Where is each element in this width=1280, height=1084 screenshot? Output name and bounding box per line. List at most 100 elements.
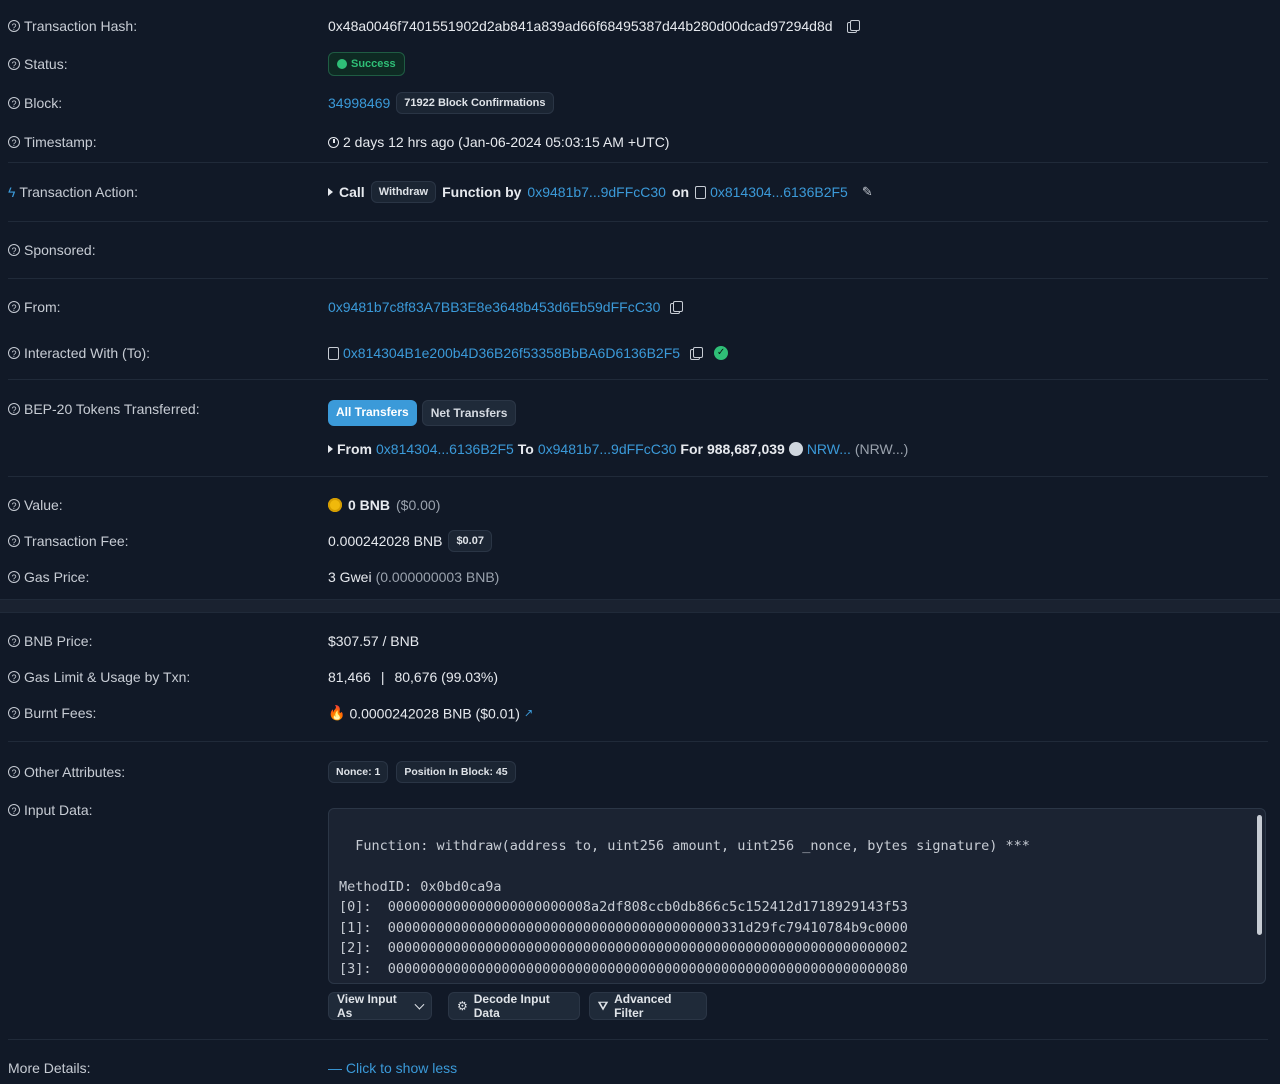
question-circle-icon[interactable]: ? xyxy=(8,766,20,778)
question-circle-icon[interactable]: ? xyxy=(8,804,20,816)
transfer-from-link[interactable]: 0x814304...6136B2F5 xyxy=(376,441,514,457)
action-to-link[interactable]: 0x814304...6136B2F5 xyxy=(710,184,848,200)
row-bnb-price: ? BNB Price: $307.57 / BNB xyxy=(0,623,1280,659)
pencil-icon[interactable]: ✎ xyxy=(862,184,873,200)
row-tx-fee: ? Transaction Fee: 0.000242028 BNB $0.07 xyxy=(0,523,1280,559)
label-status: Status: xyxy=(24,56,68,72)
block-link[interactable]: 34998469 xyxy=(328,95,390,111)
action-on: on xyxy=(671,184,690,200)
transfer-for-word: For xyxy=(680,441,703,457)
label-tx-action: Transaction Action: xyxy=(19,184,138,200)
method-badge: Withdraw xyxy=(370,181,437,203)
gas-usage-value: 80,676 (99.03%) xyxy=(394,669,498,685)
contract-file-icon xyxy=(328,346,339,360)
row-block: ? Block: 34998469 71922 Block Confirmatio… xyxy=(0,84,1280,122)
transaction-details: ? Transaction Hash: 0x48a0046f7401551902d… xyxy=(0,0,1280,830)
question-circle-icon[interactable]: ? xyxy=(8,535,20,547)
action-from-link[interactable]: 0x9481b7...9dFFcC30 xyxy=(527,184,666,200)
tab-net-transfers[interactable]: Net Transfers xyxy=(421,400,517,426)
interacted-address-link[interactable]: 0x814304B1e200b4D36B26f53358BbBA6D6136B2… xyxy=(343,345,680,361)
burnt-fees-value: 0.0000242028 BNB ($0.01) xyxy=(349,705,520,721)
section-separator xyxy=(0,599,1280,613)
value-amount: 0 BNB xyxy=(348,497,391,513)
input-data-text: Function: withdraw(address to, uint256 a… xyxy=(339,837,1030,984)
question-circle-icon[interactable]: ? xyxy=(8,244,20,256)
row-gas-limit: ? Gas Limit & Usage by Txn: 81,466 | 80,6… xyxy=(0,659,1280,695)
label-timestamp: Timestamp: xyxy=(24,134,97,150)
show-less-link[interactable]: — Click to show less xyxy=(328,1060,457,1076)
gas-price-value: 3 Gwei xyxy=(328,569,372,585)
label-other-attributes: Other Attributes: xyxy=(24,764,126,780)
label-gas-limit: Gas Limit & Usage by Txn: xyxy=(24,669,191,685)
gas-separator: | xyxy=(380,669,385,685)
label-value: Value: xyxy=(24,497,63,513)
question-circle-icon[interactable]: ? xyxy=(8,707,20,719)
advanced-filter-button[interactable]: ⛛ Advanced Filter xyxy=(589,992,707,1020)
tab-all-transfers[interactable]: All Transfers xyxy=(328,400,417,426)
view-input-as-button[interactable]: View Input As xyxy=(328,992,432,1020)
action-function-by: Function by xyxy=(442,184,522,200)
label-bep20: BEP-20 Tokens Transferred: xyxy=(24,401,200,417)
input-data-textarea[interactable]: Function: withdraw(address to, uint256 a… xyxy=(328,808,1266,984)
label-from: From: xyxy=(24,299,61,315)
external-link-icon[interactable]: ↗ xyxy=(524,707,533,720)
fee-usd-badge: $0.07 xyxy=(448,530,492,552)
from-address-link[interactable]: 0x9481b7c8f83A7BB3E8e3648b453d6Eb59dFFcC… xyxy=(328,299,660,315)
row-sponsored: ? Sponsored: xyxy=(0,222,1280,278)
row-status: ? Status: Success xyxy=(0,44,1280,84)
label-interacted: Interacted With (To): xyxy=(24,345,151,361)
question-circle-icon[interactable]: ? xyxy=(8,347,20,359)
copy-icon[interactable] xyxy=(846,20,860,33)
gas-price-detail: (0.000000003 BNB) xyxy=(375,569,500,585)
question-circle-icon[interactable]: ? xyxy=(8,635,20,647)
transfer-to-link[interactable]: 0x9481b7...9dFFcC30 xyxy=(538,441,677,457)
check-circle-icon xyxy=(337,59,347,69)
question-circle-icon[interactable]: ? xyxy=(8,403,20,415)
filter-icon: ⛛ xyxy=(598,998,609,1013)
token-symbol: (NRW...) xyxy=(854,441,909,457)
question-circle-icon[interactable]: ? xyxy=(8,20,20,32)
fire-icon: 🔥 xyxy=(328,704,346,721)
question-circle-icon[interactable]: ? xyxy=(8,671,20,683)
label-sponsored: Sponsored: xyxy=(24,242,96,258)
divider xyxy=(8,1039,1268,1040)
value-usd: ($0.00) xyxy=(396,497,441,513)
decode-icon: ⚙ xyxy=(457,999,468,1013)
verified-check-icon: ✓ xyxy=(714,346,729,360)
row-interacted-with: ? Interacted With (To): 0x814304B1e200b4D… xyxy=(0,335,1280,371)
transfer-from-word: From xyxy=(337,441,372,457)
copy-icon[interactable] xyxy=(690,347,704,360)
decode-input-button[interactable]: ⚙ Decode Input Data xyxy=(448,992,580,1020)
copy-icon[interactable] xyxy=(670,301,684,314)
confirmations-badge: 71922 Block Confirmations xyxy=(396,92,554,114)
question-circle-icon[interactable]: ? xyxy=(8,58,20,70)
question-circle-icon[interactable]: ? xyxy=(8,571,20,583)
label-tx-fee: Transaction Fee: xyxy=(24,533,129,549)
status-badge: Success xyxy=(328,52,405,76)
question-circle-icon[interactable]: ? xyxy=(8,301,20,313)
question-circle-icon[interactable]: ? xyxy=(8,499,20,511)
token-link[interactable]: NRW... xyxy=(807,441,851,457)
action-call: Call xyxy=(339,184,365,200)
scrollbar[interactable] xyxy=(1257,815,1262,935)
expand-caret-icon[interactable] xyxy=(328,188,333,196)
row-value: ? Value: 0 BNB ($0.00) xyxy=(0,487,1280,523)
label-more-details: More Details: xyxy=(8,1060,91,1076)
question-circle-icon[interactable]: ? xyxy=(8,97,20,109)
contract-file-icon xyxy=(695,185,707,199)
question-circle-icon[interactable]: ? xyxy=(8,136,20,148)
label-input-data: Input Data: xyxy=(24,802,93,818)
label-gas-price: Gas Price: xyxy=(24,569,90,585)
lightning-icon: ϟ xyxy=(8,184,16,200)
label-burnt-fees: Burnt Fees: xyxy=(24,705,97,721)
nonce-badge: Nonce: 1 xyxy=(328,761,389,783)
gas-limit-value: 81,466 xyxy=(328,669,371,685)
bnb-coin-icon xyxy=(328,498,342,512)
row-from: ? From: 0x9481b7c8f83A7BB3E8e3648b453d6Eb… xyxy=(0,279,1280,335)
expand-caret-icon[interactable] xyxy=(328,445,333,453)
label-tx-hash: Transaction Hash: xyxy=(24,18,138,34)
clock-icon xyxy=(328,136,339,148)
chevron-down-icon xyxy=(414,999,425,1010)
position-badge: Position In Block: 45 xyxy=(396,761,516,783)
row-tx-hash: ? Transaction Hash: 0x48a0046f7401551902d… xyxy=(0,8,1280,44)
